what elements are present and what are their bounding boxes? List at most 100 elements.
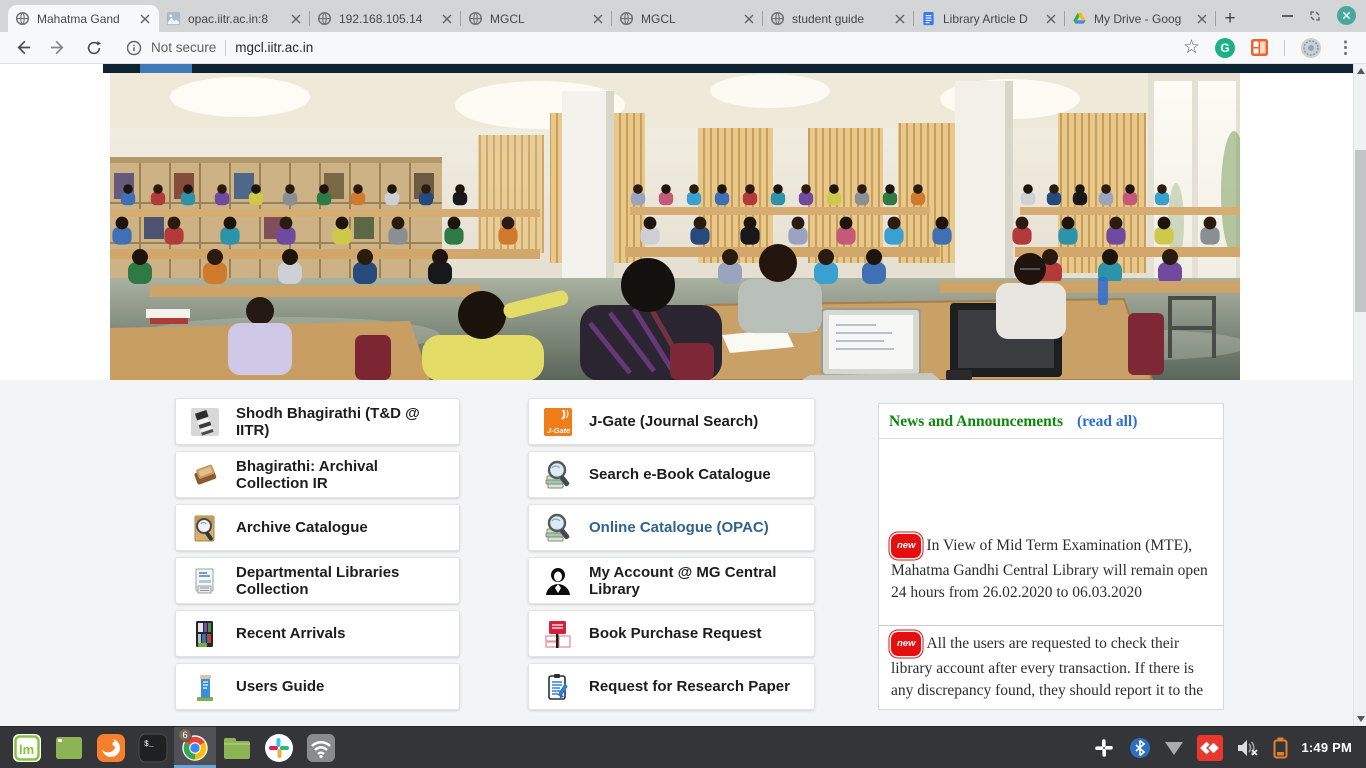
link-book-purchase[interactable]: Book Purchase Request — [528, 610, 815, 657]
news-panel: News and Announcements (read all) newIn … — [878, 403, 1224, 710]
new-tab-button[interactable]: + — [1216, 5, 1244, 32]
tab-close-icon[interactable] — [742, 12, 756, 26]
minimize-icon[interactable] — [1282, 15, 1293, 17]
document-stack-icon — [190, 566, 220, 596]
link-archive-catalogue[interactable]: Archive Catalogue — [175, 504, 460, 551]
terminal-icon: $_ — [138, 733, 168, 763]
update-manager-icon[interactable] — [1197, 735, 1223, 761]
tab-close-icon[interactable] — [138, 12, 152, 26]
scroll-up-icon[interactable] — [1354, 64, 1366, 78]
url-text[interactable]: mgcl.iitr.ac.in — [235, 40, 313, 55]
globe-favicon — [468, 11, 483, 26]
tab-close-icon[interactable] — [440, 12, 454, 26]
tab-close-icon[interactable] — [591, 12, 605, 26]
scroll-down-icon[interactable] — [1354, 712, 1366, 726]
globe-favicon — [619, 11, 634, 26]
reload-icon[interactable] — [84, 38, 104, 58]
news-title: News and Announcements — [889, 413, 1063, 431]
taskbar-clock[interactable]: 1:49 PM — [1301, 740, 1352, 755]
firefox-launcher[interactable] — [90, 727, 132, 768]
news-scroll-area: newIn View of Mid Term Examination (MTE)… — [879, 439, 1223, 709]
link-opac[interactable]: Online Catalogue (OPAC) — [528, 504, 815, 551]
profile-avatar[interactable] — [1300, 37, 1322, 59]
link-label: Request for Research Paper — [589, 678, 790, 695]
site-navbar-active-segment — [140, 64, 192, 73]
jgate-icon: J-Gate — [543, 407, 573, 437]
tab-title: 192.168.105.14 — [339, 12, 433, 26]
close-icon[interactable] — [1337, 6, 1356, 25]
link-label: Shodh Bhagirathi (T&D @ IITR) — [236, 405, 445, 439]
toolbar-divider — [1284, 40, 1285, 56]
link-label: Departmental Libraries Collection — [236, 564, 445, 598]
tab-ip-address[interactable]: 192.168.105.14 — [310, 5, 461, 32]
bookmark-star-icon[interactable]: ☆ — [1183, 38, 1200, 57]
bookshelf-icon — [190, 619, 220, 649]
link-recent-arrivals[interactable]: Recent Arrivals — [175, 610, 460, 657]
restore-icon[interactable] — [1309, 10, 1321, 22]
account-person-icon — [543, 566, 573, 596]
info-icon[interactable] — [126, 40, 142, 56]
forward-icon[interactable] — [48, 38, 68, 58]
link-bhagirathi-archival[interactable]: Bhagirathi: Archival Collection IR — [175, 451, 460, 498]
page-scrollbar[interactable] — [1353, 64, 1366, 726]
tab-mahatma-gandhi[interactable]: Mahatma Gand — [8, 5, 159, 32]
link-research-paper[interactable]: Request for Research Paper — [528, 663, 815, 710]
tab-title: Library Article D — [943, 12, 1037, 26]
tab-close-icon[interactable] — [1044, 12, 1058, 26]
tab-my-drive[interactable]: My Drive - Goog — [1065, 5, 1216, 32]
tab-title: student guide — [792, 12, 886, 26]
catalogue-search-icon — [543, 460, 573, 490]
network-settings-button[interactable] — [300, 727, 342, 768]
link-label: Search e-Book Catalogue — [589, 466, 771, 483]
slack-tray-icon[interactable] — [1092, 736, 1116, 760]
battery-icon[interactable] — [1273, 737, 1288, 759]
link-departmental-libraries[interactable]: Departmental Libraries Collection — [175, 557, 460, 604]
quicklinks-left-column: Shodh Bhagirathi (T&D @ IITR) Bhagirathi… — [175, 398, 460, 716]
mint-menu-button[interactable]: lm — [6, 727, 48, 768]
chrome-menu-icon[interactable]: ⋮ — [1337, 39, 1354, 56]
tab-mgcl-2[interactable]: MGCL — [612, 5, 763, 32]
image-favicon — [166, 11, 181, 26]
research-paper-icon — [543, 672, 573, 702]
link-jgate[interactable]: J-Gate J-Gate (Journal Search) — [528, 398, 815, 445]
browser-toolbar: Not secure mgcl.iitr.ac.in ☆ G ⋮ — [0, 32, 1366, 64]
address-bar[interactable]: Not secure mgcl.iitr.ac.in — [120, 40, 1167, 56]
window-controls — [1282, 6, 1356, 25]
chrome-taskbar-button[interactable]: 6 — [174, 727, 216, 768]
files-launcher[interactable] — [216, 727, 258, 768]
new-badge-icon: new — [891, 534, 921, 558]
tab-opac[interactable]: opac.iitr.ac.in:8 — [159, 5, 310, 32]
link-label: Recent Arrivals — [236, 625, 346, 642]
volume-muted-icon[interactable] — [1236, 738, 1260, 758]
tab-library-article[interactable]: Library Article D — [914, 5, 1065, 32]
link-ebook-catalogue[interactable]: Search e-Book Catalogue — [528, 451, 815, 498]
wifi-icon — [306, 733, 336, 763]
scrollbar-thumb[interactable] — [1355, 150, 1366, 312]
news-read-all-link[interactable]: (read all) — [1077, 413, 1137, 431]
bluetooth-icon[interactable] — [1129, 737, 1151, 759]
tab-close-icon[interactable] — [289, 12, 303, 26]
link-label: Online Catalogue (OPAC) — [589, 519, 769, 536]
link-label: Archive Catalogue — [236, 519, 368, 536]
network-signal-icon[interactable] — [1164, 740, 1184, 756]
tab-student-guide[interactable]: student guide — [763, 5, 914, 32]
tab-mgcl-1[interactable]: MGCL — [461, 5, 612, 32]
tab-close-icon[interactable] — [1195, 12, 1209, 26]
terminal-launcher[interactable]: $_ — [132, 727, 174, 768]
show-desktop-button[interactable] — [48, 727, 90, 768]
svg-text:lm: lm — [19, 742, 34, 757]
extension-grid-icon[interactable] — [1250, 38, 1269, 57]
link-users-guide[interactable]: Users Guide — [175, 663, 460, 710]
link-shodh-bhagirathi[interactable]: Shodh Bhagirathi (T&D @ IITR) — [175, 398, 460, 445]
back-icon[interactable] — [12, 38, 32, 58]
omnibox-divider — [225, 40, 226, 56]
new-badge-icon: new — [891, 632, 921, 656]
library-hero-photo — [110, 73, 1240, 380]
toolbar-right: ☆ G ⋮ — [1183, 37, 1354, 59]
slack-launcher[interactable] — [258, 727, 300, 768]
firefox-icon — [96, 733, 126, 763]
tab-close-icon[interactable] — [893, 12, 907, 26]
link-my-account[interactable]: My Account @ MG Central Library — [528, 557, 815, 604]
archival-book-icon — [190, 460, 220, 490]
grammarly-extension-icon[interactable]: G — [1215, 38, 1235, 58]
